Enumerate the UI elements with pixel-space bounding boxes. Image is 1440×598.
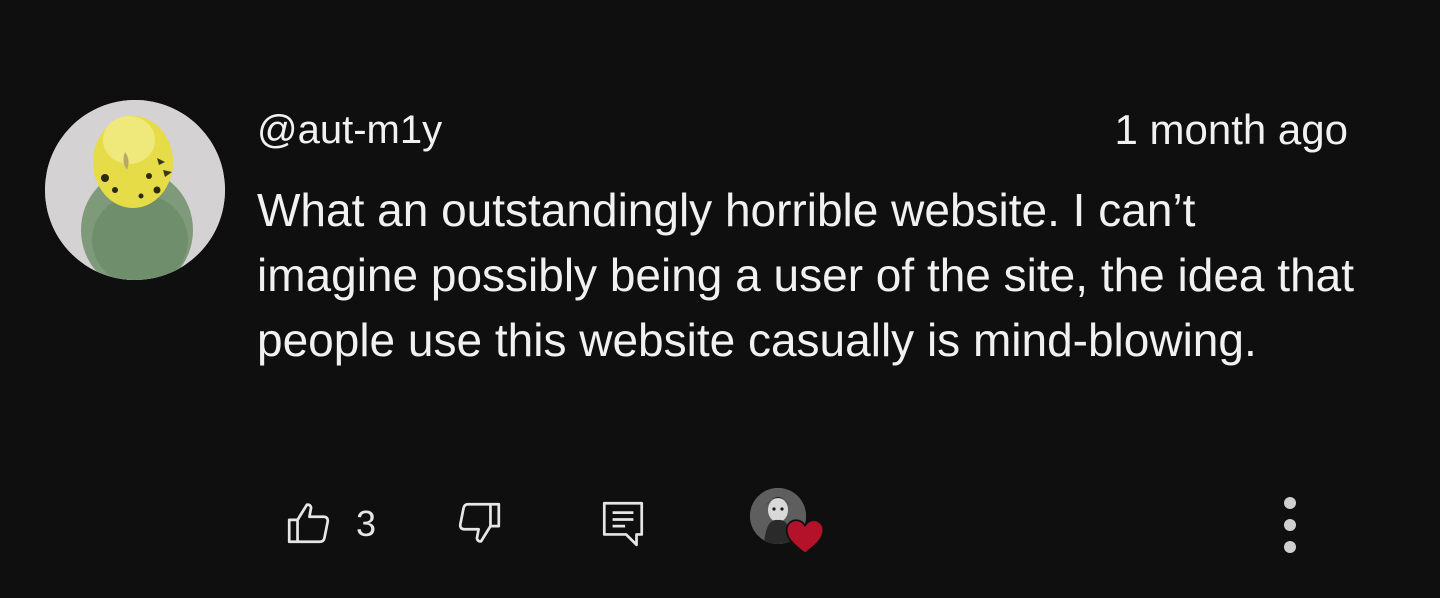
like-button[interactable] [284, 498, 334, 548]
parakeet-avatar-image [45, 100, 225, 280]
thumbs-down-icon [458, 502, 501, 543]
dislike-button[interactable] [454, 498, 504, 548]
comment-action-bar: 3 [0, 488, 1440, 558]
comment-text: What an outstandingly horrible website. … [257, 184, 1355, 366]
like-count: 3 [356, 503, 377, 544]
comment-timestamp: 1 month ago [1114, 106, 1348, 153]
more-vertical-icon [1284, 497, 1296, 553]
author-handle[interactable]: @aut-m1y [257, 106, 442, 154]
creator-heart-badge [750, 488, 830, 560]
reply-icon [602, 501, 644, 547]
comment-thread-item: @aut-m1y 1 month ago What an outstanding… [0, 0, 1440, 598]
more-options-button[interactable] [1272, 490, 1308, 556]
thumbs-up-icon [287, 503, 330, 544]
creator-heart-icon [785, 519, 825, 555]
author-avatar[interactable] [45, 100, 225, 280]
reply-button[interactable] [598, 498, 648, 548]
